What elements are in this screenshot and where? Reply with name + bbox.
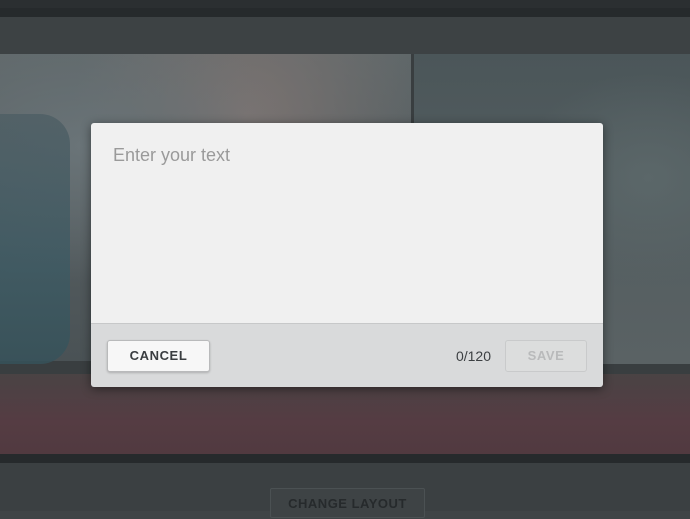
background-photo-figure xyxy=(0,114,70,364)
save-button[interactable]: SAVE xyxy=(505,340,587,372)
change-layout-button[interactable]: CHANGE LAYOUT xyxy=(270,488,425,518)
character-counter: 0/120 xyxy=(455,348,491,364)
text-input[interactable] xyxy=(91,123,603,323)
dialog-footer: CANCEL 0/120 SAVE xyxy=(91,323,603,387)
cancel-button[interactable]: CANCEL xyxy=(107,340,210,372)
background-header-band xyxy=(0,17,690,54)
background-divider-top xyxy=(0,8,690,17)
background-divider-bottom xyxy=(0,454,690,463)
text-entry-dialog: CANCEL 0/120 SAVE xyxy=(91,123,603,387)
dialog-body xyxy=(91,123,603,323)
background-top-bar xyxy=(0,0,690,8)
